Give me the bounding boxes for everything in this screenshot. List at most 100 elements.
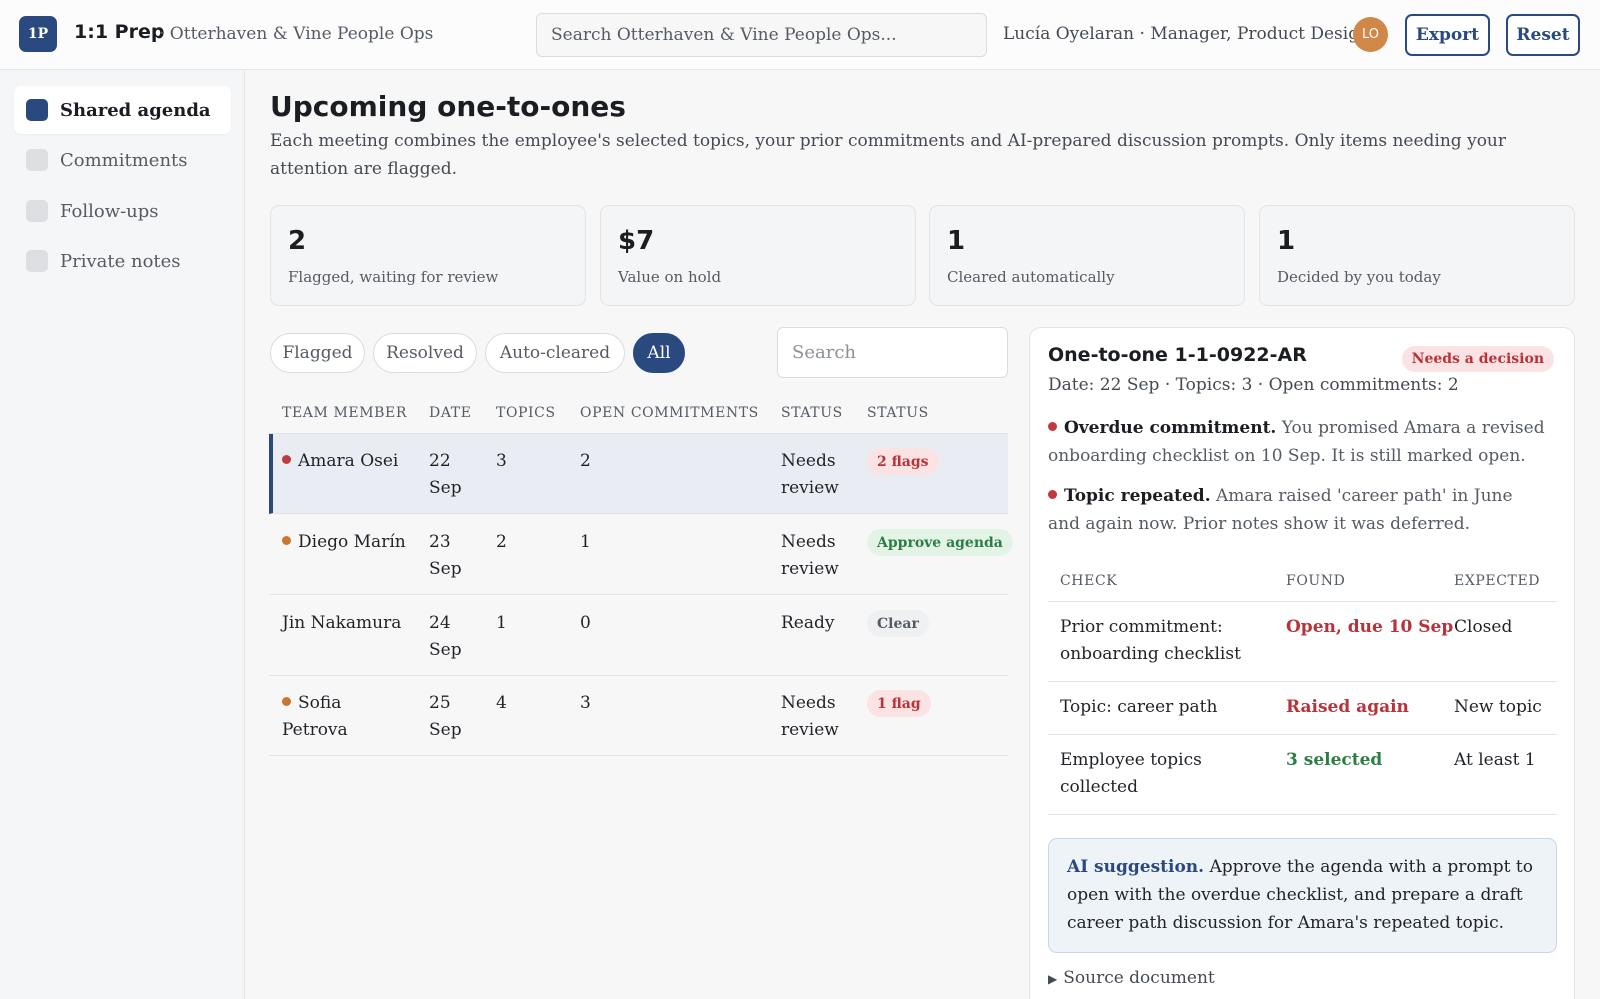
stat-card-decided: 1 Decided by you today	[1259, 205, 1575, 306]
column-header-open-commitments[interactable]: OPEN COMMITMENTS	[580, 405, 759, 421]
cell-open-commitments: 1	[580, 532, 591, 552]
ai-suggestion: AI suggestion. Approve the agenda with a…	[1048, 838, 1557, 953]
column-header-team-member[interactable]: TEAM MEMBER	[282, 405, 407, 421]
stat-value: 2	[288, 226, 307, 256]
filter-chip-all[interactable]: All	[633, 333, 685, 373]
checks-header-divider	[1048, 561, 1557, 602]
cell-topics: 1	[496, 613, 507, 633]
filter-chip-resolved[interactable]: Resolved	[373, 333, 477, 373]
avatar[interactable]: LO	[1353, 17, 1388, 52]
sidebar: Shared agenda Commitments Follow-ups Pri…	[0, 70, 245, 999]
cell-open-commitments: 3	[580, 693, 591, 713]
cell-open-commitments: 2	[580, 451, 591, 471]
check-name: Topic: career path	[1060, 697, 1218, 717]
cell-status: Needs review	[781, 532, 839, 579]
top-bar: 1P 1:1 Prep · Otterhaven & Vine People O…	[0, 0, 1600, 70]
current-user: Lucía Oyelaran · Manager, Product Design	[1003, 24, 1371, 44]
app-logo: 1P	[19, 16, 57, 52]
check-found: 3 selected	[1286, 750, 1383, 770]
flag-dot-icon	[1048, 490, 1057, 499]
status-dot-icon	[282, 697, 291, 706]
status-dot-icon	[282, 536, 291, 545]
flag-item: Topic repeated. Amara raised 'career pat…	[1048, 486, 1513, 534]
square-icon	[26, 149, 48, 171]
stat-card-cleared: 1 Cleared automatically	[929, 205, 1245, 306]
check-expected: New topic	[1454, 697, 1542, 717]
square-icon	[26, 200, 48, 222]
sidebar-item-follow-ups[interactable]: Follow-ups	[14, 187, 231, 235]
sidebar-item-shared-agenda[interactable]: Shared agenda	[14, 86, 231, 134]
cell-topics: 3	[496, 451, 507, 471]
cell-topics: 4	[496, 693, 507, 713]
stat-value: 1	[947, 226, 966, 256]
reset-button[interactable]: Reset	[1506, 14, 1580, 56]
cell-topics: 2	[496, 532, 507, 552]
source-document-toggle[interactable]: ▶ Source document	[1048, 968, 1215, 988]
cell-open-commitments: 0	[580, 613, 591, 633]
sidebar-item-commitments[interactable]: Commitments	[14, 136, 231, 184]
cell-date: 25 Sep	[429, 693, 462, 740]
check-found: Open, due 10 Sep	[1286, 617, 1454, 637]
global-search-input[interactable]	[536, 13, 987, 57]
check-name: Prior commitment: onboarding checklist	[1060, 617, 1241, 664]
sidebar-item-private-notes[interactable]: Private notes	[14, 237, 231, 285]
filter-chip-auto-cleared[interactable]: Auto-cleared	[485, 333, 625, 373]
status-badge: 2 flags	[867, 448, 939, 475]
detail-panel: One-to-one 1-1-0922-AR Needs a decision …	[1029, 327, 1575, 999]
column-header-status[interactable]: STATUS	[781, 405, 843, 421]
filter-chip-flagged[interactable]: Flagged	[270, 333, 365, 373]
status-dot-icon	[282, 455, 291, 464]
stat-value: $7	[618, 226, 655, 256]
stat-card-flagged: 2 Flagged, waiting for review	[270, 205, 586, 306]
check-name: Employee topics collected	[1060, 750, 1202, 797]
square-icon	[26, 99, 48, 121]
table-row[interactable]: Amara Osei 22 Sep 3 2 Needs review 2 fla…	[269, 434, 1008, 514]
checks-row: Employee topics collected 3 selected At …	[1048, 735, 1557, 815]
flag-item: Overdue commitment. You promised Amara a…	[1048, 418, 1545, 466]
cell-date: 24 Sep	[429, 613, 462, 660]
status-badge: Approve agenda	[867, 529, 1013, 556]
detail-meta: Date: 22 Sep · Topics: 3 · Open commitme…	[1048, 375, 1459, 395]
stat-caption: Cleared automatically	[947, 268, 1115, 286]
stat-card-value-on-hold: $7 Value on hold	[600, 205, 916, 306]
stat-caption: Flagged, waiting for review	[288, 268, 499, 286]
checks-row: Prior commitment: onboarding checklist O…	[1048, 602, 1557, 682]
page-subtitle: Each meeting combines the employee's sel…	[270, 131, 1507, 179]
stat-caption: Value on hold	[618, 268, 722, 286]
check-expected: At least 1	[1454, 750, 1536, 770]
check-expected: Closed	[1454, 617, 1513, 637]
stat-caption: Decided by you today	[1277, 268, 1441, 286]
org-name: · Otterhaven & Vine People Ops	[159, 24, 434, 44]
check-found: Raised again	[1286, 697, 1409, 717]
sidebar-item-label: Commitments	[60, 149, 188, 171]
sidebar-item-label: Shared agenda	[60, 99, 211, 121]
export-button[interactable]: Export	[1405, 14, 1490, 56]
cell-status: Needs review	[781, 693, 839, 740]
detail-title: One-to-one 1-1-0922-AR	[1048, 344, 1307, 366]
triangle-right-icon: ▶	[1048, 972, 1058, 986]
table-search-input[interactable]	[777, 327, 1008, 378]
column-header-status-badge[interactable]: STATUS	[867, 405, 929, 421]
status-badge: Clear	[867, 610, 929, 637]
table-row[interactable]: Sofia Petrova 25 Sep 4 3 Needs review 1 …	[269, 676, 1008, 756]
table-row[interactable]: Diego Marín 23 Sep 2 1 Needs review Appr…	[269, 515, 1013, 595]
checks-row: Topic: career path Raised again New topi…	[1048, 682, 1557, 735]
sidebar-item-label: Follow-ups	[60, 200, 159, 222]
square-icon	[26, 250, 48, 272]
flag-dot-icon	[1048, 422, 1057, 431]
status-badge: 1 flag	[867, 690, 931, 717]
stat-value: 1	[1277, 226, 1296, 256]
decision-badge: Needs a decision	[1401, 346, 1554, 372]
cell-status: Needs review	[781, 451, 839, 498]
cell-team-member: Sofia Petrova	[282, 693, 348, 740]
cell-team-member: Diego Marín	[282, 529, 422, 556]
page-title: Upcoming one-to-ones	[270, 90, 626, 123]
column-header-date[interactable]: DATE	[429, 405, 472, 421]
column-header-topics[interactable]: TOPICS	[496, 405, 556, 421]
cell-date: 23 Sep	[429, 532, 462, 579]
table-row[interactable]: Jin Nakamura 24 Sep 1 0 Ready Clear	[269, 596, 1008, 676]
cell-status: Ready	[781, 613, 835, 633]
sidebar-item-label: Private notes	[60, 250, 181, 272]
app-name: 1:1 Prep	[74, 21, 165, 43]
ai-suggestion-label: AI suggestion.	[1067, 857, 1205, 877]
